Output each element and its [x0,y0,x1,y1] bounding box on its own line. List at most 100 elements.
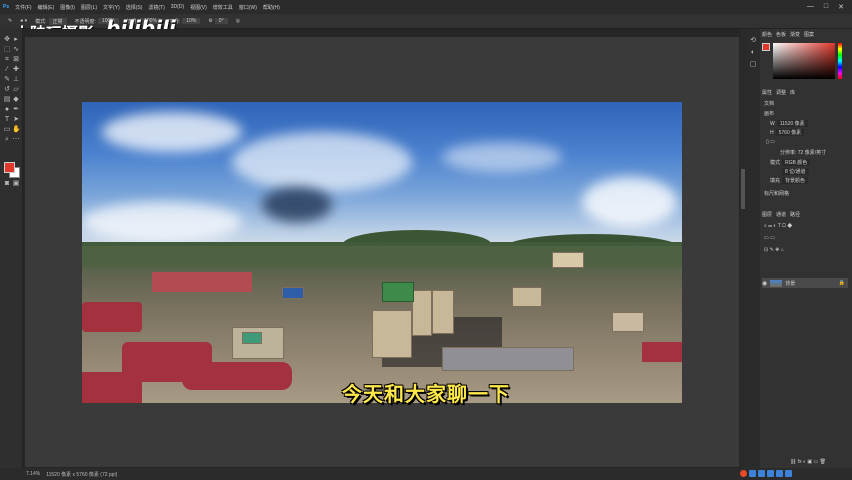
move-tool-icon[interactable]: ✥ [3,36,11,44]
fill-select[interactable]: 背景颜色 [782,177,809,184]
ime-icon[interactable] [785,470,792,477]
canvas-label: 画布 [764,111,775,117]
brush-tool-icon[interactable]: ✎ [8,18,12,24]
tab-properties[interactable]: 属性 [762,89,772,96]
history-brush-tool-icon[interactable]: ↺ [3,86,11,94]
maximize-button[interactable]: □ [824,3,828,11]
ime-icon[interactable] [776,470,783,477]
pressure-icon[interactable]: ◎ [236,18,240,24]
path-select-tool-icon[interactable]: ➤ [12,116,20,124]
marquee-tool-icon[interactable]: ⬚ [3,46,11,54]
lock-icon: 🔒 [838,280,845,286]
ime-icon[interactable] [749,470,756,477]
zoom-level[interactable]: 7.14% [26,471,40,477]
panorama-canvas-image[interactable] [82,102,682,403]
tab-adjustments[interactable]: 调整 [776,89,786,96]
dodge-tool-icon[interactable]: ● [3,106,11,114]
fill-label: 填充 [770,178,781,184]
doc-info[interactable]: 11520 像素 x 5760 像素 (72 ppi) [46,471,117,478]
eye-icon[interactable]: ◉ [762,280,767,287]
lock-row[interactable]: ⊡ ✎ ✥ ⌂ [764,247,784,253]
menu-file[interactable]: 文件(F) [12,4,34,11]
fill-row: 填充 背景颜色 [770,177,809,184]
menu-help[interactable]: 帮助(H) [260,4,283,11]
menu-3d[interactable]: 3D(D) [168,4,187,10]
menu-image[interactable]: 图像(I) [57,4,78,11]
more-tools-icon[interactable]: ⋯ [12,136,20,144]
blur-tool-icon[interactable]: ◆ [12,96,20,104]
foreground-color-swatch[interactable] [4,162,15,173]
crop-tool-icon[interactable]: ⌗ [3,56,11,64]
healing-tool-icon[interactable]: ✚ [12,66,20,74]
menu-filter[interactable]: 滤镜(T) [145,4,167,11]
scrollbar-thumb[interactable] [741,169,745,209]
height-label: H [770,130,774,136]
eyedropper-tool-icon[interactable]: ⁄ [3,66,11,74]
smooth-input[interactable]: 10% [182,18,201,24]
ime-icon[interactable] [758,470,765,477]
menu-select[interactable]: 选择(S) [123,4,146,11]
depth-select[interactable]: 8 位/通道 [780,168,809,175]
building [552,252,584,268]
tab-layers[interactable]: 图层 [762,211,772,218]
gear-icon[interactable]: ⚙ [208,18,212,24]
artboard-tool-icon[interactable]: ▸ [12,36,20,44]
angle-input[interactable]: 0° [214,18,228,24]
blend-mode-row[interactable]: ▭ ▭ [764,235,775,241]
lasso-tool-icon[interactable]: ∿ [12,46,20,54]
layer-filter-bar[interactable]: ⌕ ▭ ◐ T ▢ ◆ [764,223,792,229]
height-input[interactable]: 5760 像素 [775,129,805,136]
menu-window[interactable]: 窗口(W) [236,4,260,11]
layer-actions-bar[interactable]: ⛓ fx ◐ ▣ ▭ 🗑 [790,459,826,465]
zoom-tool-icon[interactable]: ⌕ [3,136,11,144]
system-tray [740,470,792,477]
quick-mask-icon[interactable]: ◙ [3,180,11,188]
history-icon[interactable]: ⟲ [749,37,757,45]
doc-label: 文档 [764,101,775,107]
width-input[interactable]: 11520 像素 [776,120,808,127]
ps-logo-icon[interactable]: Ps [0,4,12,10]
video-subtitle: 今天和大家聊一下 [342,384,510,406]
mode-label: 模式 [770,160,781,166]
hand-tool-icon[interactable]: ✋ [12,126,21,134]
type-tool-icon[interactable]: T [3,116,11,124]
depth-value[interactable]: 8 位/通道 [782,168,809,175]
tower-building [412,290,432,336]
eraser-tool-icon[interactable]: ▱ [12,86,20,94]
orientation-icon[interactable]: ▯ ▭ [766,139,775,145]
tab-libraries[interactable]: 库 [790,89,795,96]
screen-mode-icon[interactable]: ▣ [12,180,20,188]
gradient-tool-icon[interactable]: ▤ [3,96,11,104]
tab-channels[interactable]: 通道 [776,211,786,218]
frame-tool-icon[interactable]: ⊠ [12,56,20,64]
mode-select[interactable]: RGB 颜色 [782,159,811,166]
tab-gradients[interactable]: 渐变 [790,31,800,38]
ime-icon[interactable] [767,470,774,477]
close-button[interactable]: ✕ [838,3,844,11]
brush-tool-icon[interactable]: ✎ [3,76,11,84]
tab-color[interactable]: 颜色 [762,31,772,38]
menu-view[interactable]: 视图(V) [187,4,210,11]
layer-thumbnail [770,279,783,287]
tab-paths[interactable]: 路径 [790,211,800,218]
comment-icon[interactable]: ▢ [749,61,757,69]
layer-name: 背景 [785,280,796,287]
hue-slider[interactable] [838,43,842,79]
tab-swatches[interactable]: 色板 [776,31,786,38]
sogou-ime-icon[interactable] [740,470,747,477]
pen-tool-icon[interactable]: ✒ [12,106,20,114]
stamp-tool-icon[interactable]: ⊥ [12,76,20,84]
layer-row-background[interactable]: ◉ 背景 🔒 [762,278,848,288]
menu-layer[interactable]: 图层(L) [78,4,100,11]
menu-edit[interactable]: 编辑(E) [35,4,58,11]
rulers-grids-section[interactable]: 标尺和网格 [764,190,789,197]
minimize-button[interactable]: — [807,3,814,11]
menu-type[interactable]: 文字(Y) [100,4,123,11]
fg-color-swatch[interactable] [762,43,770,51]
tab-patterns[interactable]: 图案 [804,31,814,38]
cloud [232,132,412,192]
menu-plugins[interactable]: 增效工具 [210,4,236,11]
color-icon[interactable]: ◐ [749,49,757,57]
color-picker-field[interactable] [773,43,835,79]
shape-tool-icon[interactable]: ▭ [3,126,11,134]
